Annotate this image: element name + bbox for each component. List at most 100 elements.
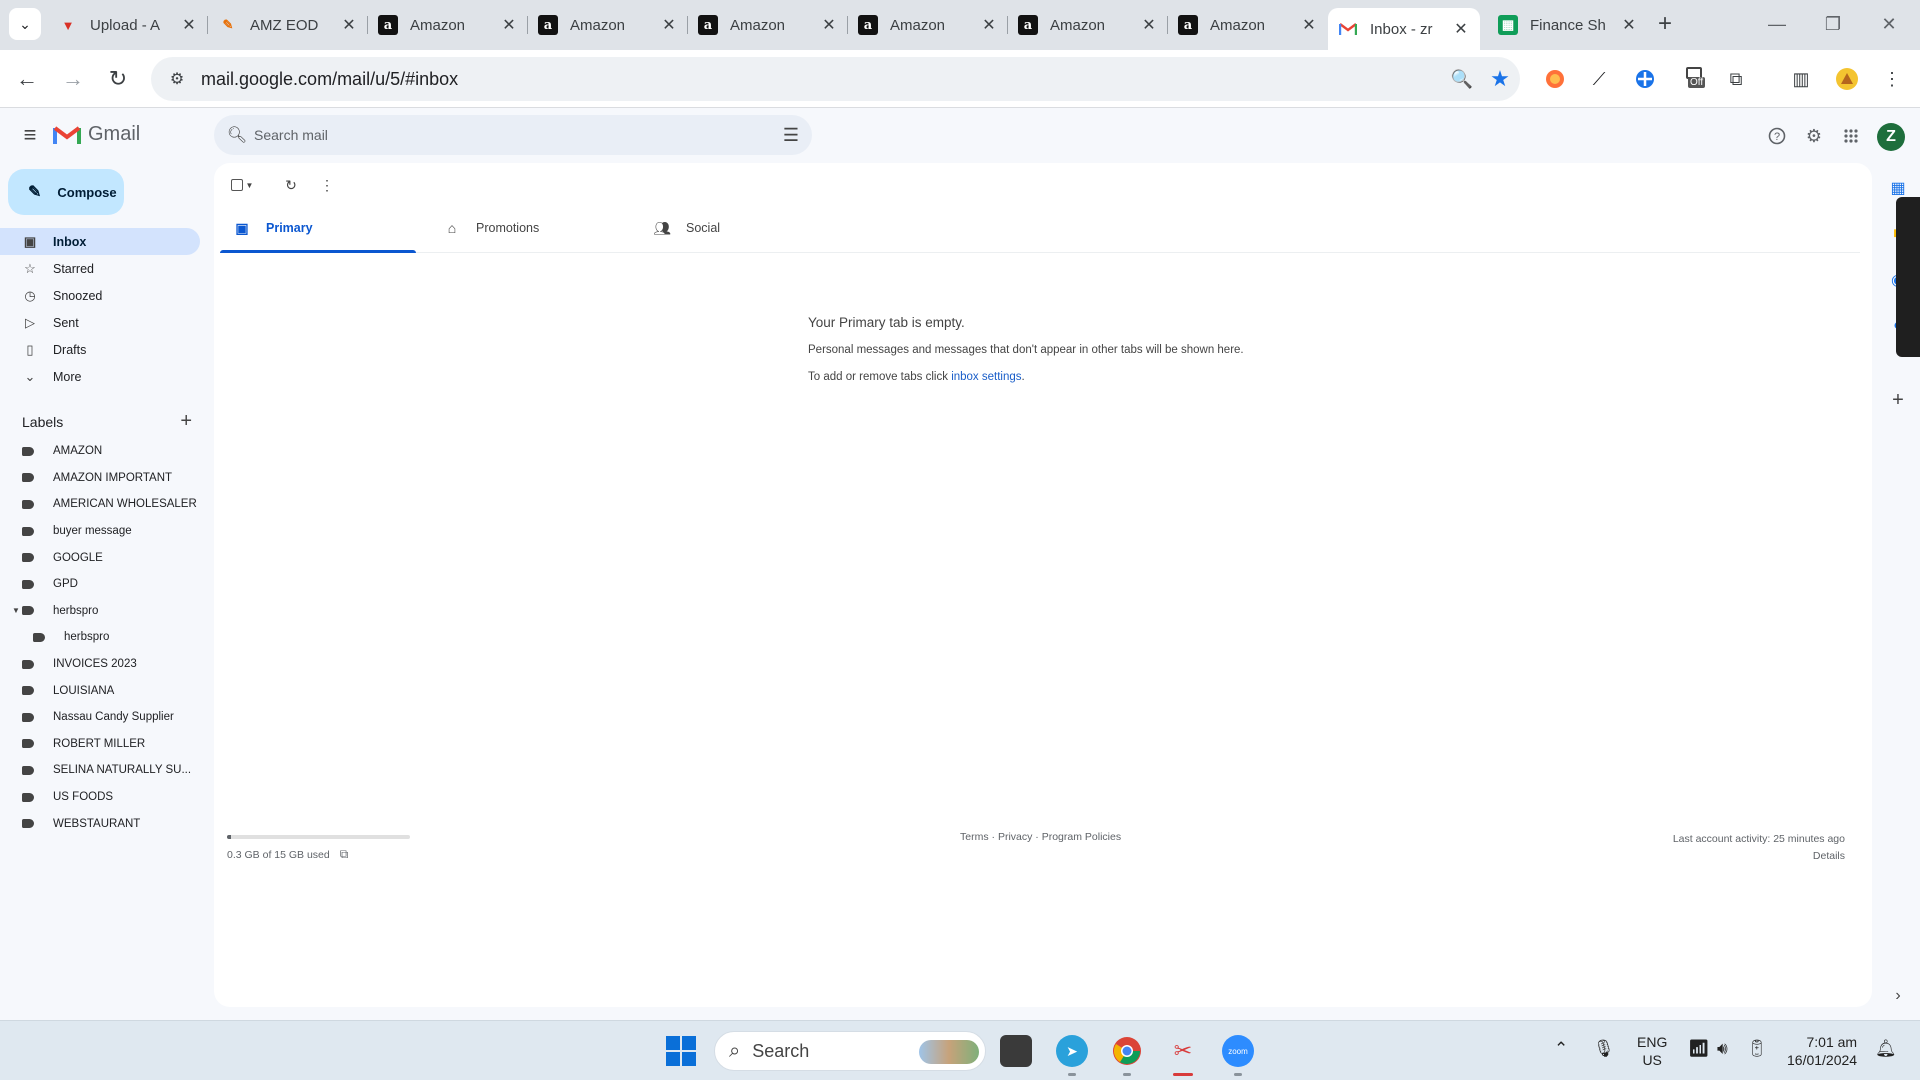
label-item[interactable]: WEBSTAURANT [0, 810, 200, 837]
browser-tab[interactable]: ✎ AMZ EOD ✕ [208, 8, 368, 42]
settings-gear-icon[interactable]: ⚙ [1801, 123, 1827, 149]
close-window-button[interactable]: ✕ [1866, 10, 1912, 38]
label-item[interactable]: AMAZON IMPORTANT [0, 465, 200, 492]
browser-tab[interactable]: ▼ Upload - A ✕ [48, 8, 208, 42]
windows-start-icon[interactable] [666, 1036, 696, 1066]
show-hidden-icons-icon[interactable]: ⌃ [1554, 1039, 1568, 1059]
floating-overlay-widget[interactable] [1896, 197, 1920, 357]
off-extension-button[interactable]: Off [1681, 65, 1715, 93]
add-addon-icon[interactable]: + [1887, 389, 1909, 411]
tab-social[interactable]: 👥︎ Social [640, 203, 836, 253]
tab-close-icon[interactable]: ✕ [660, 15, 678, 35]
search-options-icon[interactable]: ☰ [770, 125, 812, 146]
tab-close-icon[interactable]: ✕ [340, 15, 358, 35]
label-item[interactable]: buyer message [0, 518, 200, 545]
more-actions-button[interactable]: ⋮ [312, 173, 342, 197]
firefox-extension-icon[interactable] [1541, 65, 1569, 93]
url-text[interactable]: mail.google.com/mail/u/5/#inbox [201, 69, 1444, 90]
nav-item-snoozed[interactable]: ◷ Snoozed [0, 282, 200, 309]
select-checkbox[interactable]: ▼ [228, 173, 256, 197]
browser-tab[interactable]: a Amazon ✕ [848, 8, 1008, 42]
forward-button[interactable]: → [56, 62, 90, 96]
browser-tab[interactable]: a Amazon ✕ [528, 8, 688, 42]
nav-item-drafts[interactable]: ▯ Drafts [0, 336, 200, 363]
help-icon[interactable]: ? [1764, 123, 1790, 149]
extensions-puzzle-icon[interactable]: ⧉ [1722, 65, 1750, 93]
telegram-icon[interactable]: ➤ [1056, 1035, 1088, 1076]
expand-panel-icon[interactable]: › [1887, 985, 1909, 1007]
label-item[interactable]: SELINA NATURALLY SU... [0, 757, 200, 784]
browser-tab-active[interactable]: Inbox - zr ✕ [1328, 8, 1480, 50]
calendar-icon[interactable]: ▦ [1887, 177, 1909, 199]
nav-item-starred[interactable]: ☆ Starred [0, 255, 200, 282]
back-button[interactable]: ← [10, 62, 44, 96]
label-item[interactable]: US FOODS [0, 784, 200, 811]
tab-close-icon[interactable]: ✕ [1452, 19, 1470, 39]
address-bar[interactable]: ⚙ mail.google.com/mail/u/5/#inbox 🔍 ★ [151, 57, 1520, 101]
tab-close-icon[interactable]: ✕ [1140, 15, 1158, 35]
label-item[interactable]: ▼ herbspro [0, 598, 200, 625]
search-icon[interactable]: 🔍︎ [220, 125, 254, 145]
minimize-button[interactable]: — [1754, 10, 1800, 38]
zoom-app-icon[interactable]: zoom [1222, 1035, 1254, 1076]
microphone-icon[interactable]: 🎙︎ [1593, 1039, 1615, 1059]
refresh-button[interactable]: ↻ [276, 173, 306, 197]
account-avatar[interactable]: Z [1877, 123, 1905, 151]
reload-button[interactable]: ↻ [101, 62, 135, 96]
browser-tab[interactable]: a Amazon ✕ [368, 8, 528, 42]
browser-tab[interactable]: a Amazon ✕ [1168, 8, 1328, 42]
tab-close-icon[interactable]: ✕ [820, 15, 838, 35]
volume-icon[interactable]: 🔊︎ [1717, 1039, 1728, 1059]
snipping-tool-icon[interactable]: ✂ [1167, 1035, 1199, 1076]
tab-close-icon[interactable]: ✕ [1300, 15, 1318, 35]
tab-search-button[interactable]: ⌄ [9, 8, 41, 40]
apps-grid-icon[interactable] [1838, 123, 1864, 149]
tab-close-icon[interactable]: ✕ [1620, 15, 1638, 35]
restore-button[interactable]: ❐ [1810, 10, 1856, 38]
cursor-extension-icon[interactable]: ⟋ [1585, 65, 1613, 93]
privacy-link[interactable]: Privacy [998, 831, 1032, 843]
label-item[interactable]: LOUISIANA [0, 677, 200, 704]
main-menu-icon[interactable]: ≡ [18, 123, 42, 147]
label-item-child[interactable]: herbspro [0, 624, 200, 651]
caret-down-icon[interactable]: ▼ [12, 606, 20, 615]
wifi-icon[interactable]: 📶︎ [1688, 1039, 1710, 1059]
input-language[interactable]: ENG US [1637, 1033, 1667, 1069]
taskbar-search[interactable]: ⌕ Search [714, 1031, 986, 1071]
site-info-icon[interactable]: ⚙ [157, 69, 197, 89]
label-item[interactable]: INVOICES 2023 [0, 651, 200, 678]
label-item[interactable]: ROBERT MILLER [0, 731, 200, 758]
tab-close-icon[interactable]: ✕ [980, 15, 998, 35]
compose-button[interactable]: ✎ Compose [8, 169, 124, 215]
search-input[interactable] [254, 127, 770, 143]
new-tab-button[interactable]: + [1651, 10, 1679, 38]
browser-menu-icon[interactable]: ⋮ [1878, 65, 1906, 93]
gmail-logo[interactable]: Gmail [53, 123, 140, 146]
nav-item-more[interactable]: ⌄ More [0, 363, 200, 390]
battery-icon[interactable]: 🔋︎ [1746, 1039, 1768, 1059]
label-item[interactable]: Nassau Candy Supplier [0, 704, 200, 731]
notification-bell-icon[interactable]: 🔔︎ [1875, 1039, 1897, 1059]
task-view-icon[interactable] [1000, 1035, 1032, 1067]
nav-item-inbox[interactable]: ▣ Inbox [0, 228, 200, 255]
program-policies-link[interactable]: Program Policies [1042, 831, 1121, 843]
browser-tab[interactable]: a Amazon ✕ [688, 8, 848, 42]
open-external-icon[interactable]: ⧉ [340, 847, 349, 862]
details-link[interactable]: Details [1673, 848, 1845, 865]
tab-close-icon[interactable]: ✕ [180, 15, 198, 35]
browser-tab[interactable]: a Amazon ✕ [1008, 8, 1168, 42]
side-panel-icon[interactable]: ▥ [1787, 65, 1815, 93]
label-item[interactable]: AMAZON [0, 438, 200, 465]
browser-tab[interactable]: ▦ Finance Sh ✕ [1488, 8, 1648, 42]
add-label-icon[interactable]: + [180, 410, 192, 433]
zoom-icon[interactable]: 🔍 [1444, 69, 1480, 90]
label-item[interactable]: GPD [0, 571, 200, 598]
search-bar[interactable]: 🔍︎ ☰ [214, 115, 812, 155]
profile-avatar-icon[interactable] [1833, 65, 1861, 93]
nav-item-sent[interactable]: ▷ Sent [0, 309, 200, 336]
inbox-settings-link[interactable]: inbox settings [951, 371, 1021, 383]
label-item[interactable]: GOOGLE [0, 544, 200, 571]
tab-promotions[interactable]: ⌂ Promotions [430, 203, 626, 253]
tab-close-icon[interactable]: ✕ [500, 15, 518, 35]
clock[interactable]: 7:01 am 16/01/2024 [1787, 1033, 1857, 1069]
